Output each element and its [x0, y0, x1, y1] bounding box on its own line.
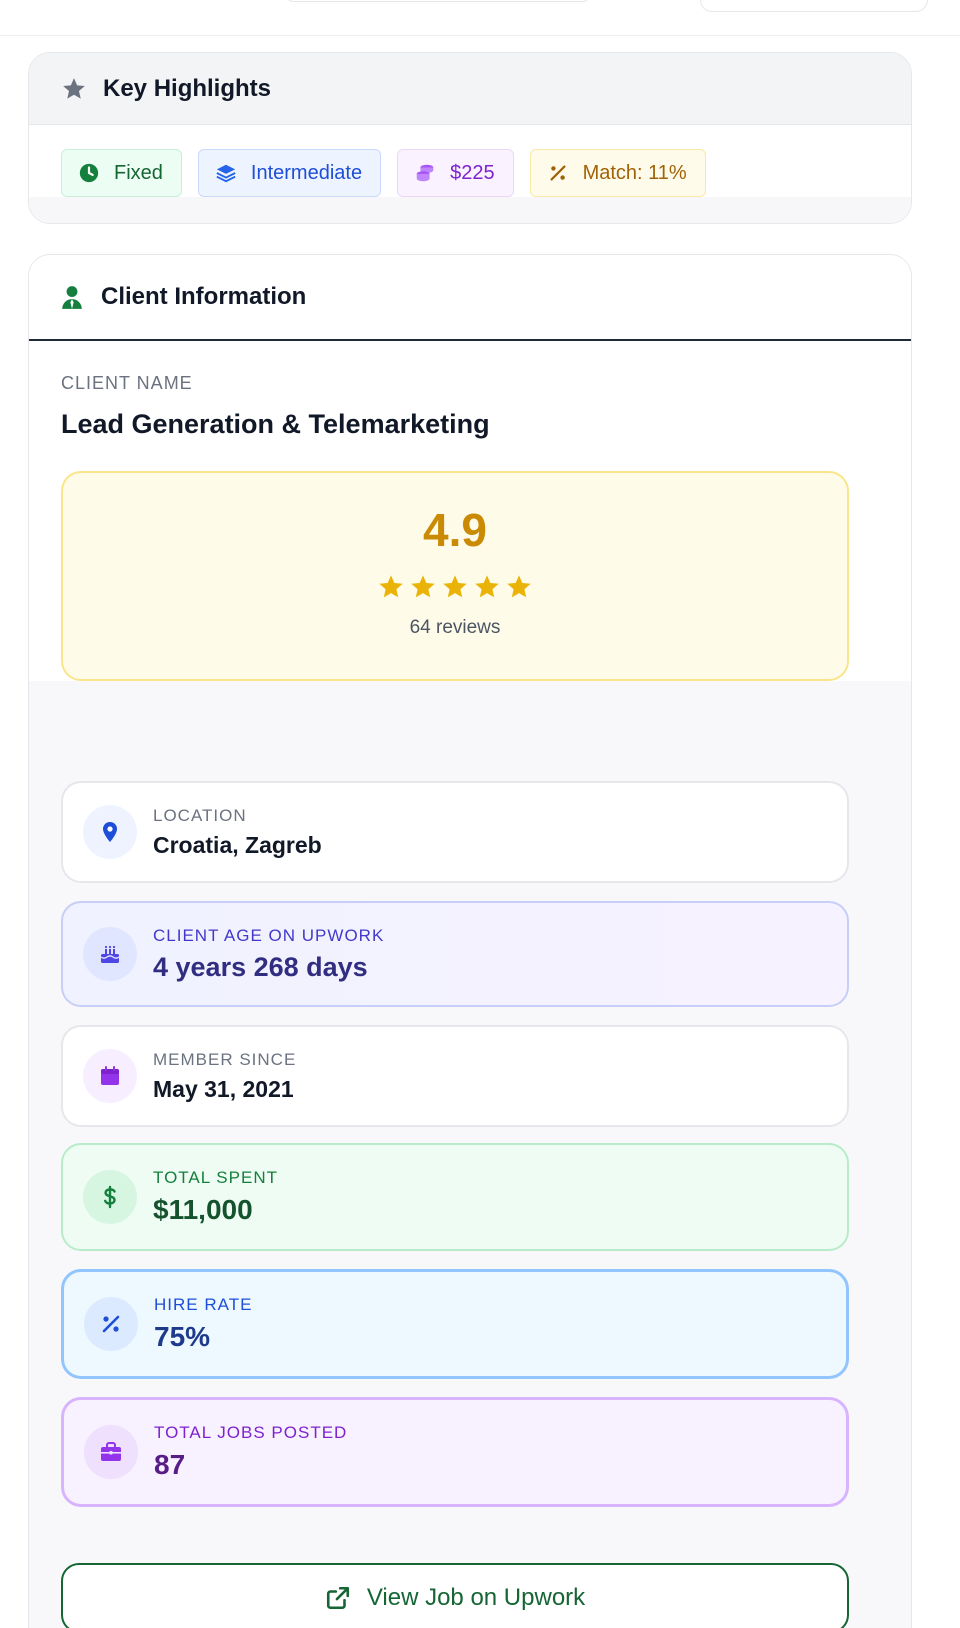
chip-match-label: Match: 11% — [582, 161, 687, 184]
star-icon — [411, 575, 435, 598]
percent-icon — [102, 1315, 120, 1333]
chip-experience-label: Intermediate — [250, 161, 363, 184]
client-information-card: Client Information CLIENT NAME Lead Gene… — [28, 254, 912, 1628]
stat-location-label: LOCATION — [153, 805, 247, 825]
stat-total-spent: TOTAL SPENT $11,000 — [61, 1143, 849, 1251]
stat-age-label: CLIENT AGE ON UPWORK — [153, 925, 385, 945]
stat-location: LOCATION Croatia, Zagreb — [61, 781, 849, 883]
star-icon — [475, 575, 499, 598]
chip-budget-label: $225 — [450, 161, 495, 184]
view-job-button-label: View Job on Upwork — [366, 1584, 586, 1611]
calendar-icon — [101, 1066, 119, 1085]
star-icon — [443, 575, 467, 598]
stat-spent-value: $11,000 — [153, 1194, 253, 1225]
stat-jobs-label: TOTAL JOBS POSTED — [154, 1423, 348, 1442]
stat-location-icon-wrap — [83, 805, 137, 859]
view-job-on-upwork-button[interactable]: View Job on Upwork — [61, 1563, 849, 1628]
stat-hire-label: HIRE RATE — [154, 1295, 253, 1314]
chip-job-type: Fixed — [61, 149, 182, 197]
stat-jobs-icon-wrap — [84, 1425, 138, 1479]
stat-member-icon-wrap — [83, 1049, 137, 1103]
client-information-header: Client Information — [29, 255, 911, 341]
stat-spent-icon-wrap — [83, 1170, 137, 1224]
top-search-pill[interactable] — [286, 0, 590, 2]
location-pin-icon — [103, 822, 117, 842]
briefcase-icon — [101, 1442, 121, 1461]
stat-total-jobs: TOTAL JOBS POSTED 87 — [61, 1397, 849, 1507]
client-name-label: CLIENT NAME — [61, 373, 193, 393]
star-icon — [507, 575, 531, 598]
rating-reviews-count: 64 reviews — [409, 617, 501, 638]
chip-experience-level: Intermediate — [197, 149, 382, 197]
chip-match: Match: 11% — [529, 149, 706, 197]
chip-budget: $225 — [397, 149, 514, 197]
stat-hire-icon-wrap — [84, 1297, 138, 1351]
stat-location-value: Croatia, Zagreb — [153, 831, 322, 858]
chip-job-type-label: Fixed — [114, 161, 163, 184]
stat-member-since: MEMBER SINCE May 31, 2021 — [61, 1025, 849, 1127]
client-name: Lead Generation & Telemarketing — [61, 409, 490, 439]
stat-age-value: 4 years 268 days — [153, 951, 368, 982]
percent-icon — [550, 165, 566, 181]
rating-box: 4.9 64 reviews — [61, 471, 849, 681]
top-action-pill[interactable] — [700, 0, 928, 12]
key-highlights-body: Fixed Intermediate $225 Match: 11% — [29, 125, 911, 223]
key-highlights-title: Key Highlights — [103, 74, 272, 102]
stat-client-age: CLIENT AGE ON UPWORK 4 years 268 days — [61, 901, 849, 1007]
stat-hire-value: 75% — [154, 1321, 211, 1352]
clock-icon — [79, 163, 99, 183]
star-icon — [63, 77, 85, 99]
coins-icon — [416, 164, 434, 182]
highlights-fade — [29, 197, 911, 223]
stat-age-icon-wrap — [83, 927, 137, 981]
top-bar — [0, 0, 960, 36]
layers-icon — [216, 164, 236, 183]
cake-icon — [100, 945, 120, 963]
client-information-title: Client Information — [101, 283, 307, 310]
star-icon — [379, 575, 403, 598]
user-tie-icon — [62, 286, 82, 309]
stat-hire-rate: HIRE RATE 75% — [61, 1269, 849, 1379]
stat-spent-label: TOTAL SPENT — [153, 1168, 278, 1187]
stat-member-label: MEMBER SINCE — [153, 1049, 297, 1069]
client-information-body: CLIENT NAME Lead Generation & Telemarket… — [29, 341, 911, 1628]
key-highlights-header: Key Highlights — [29, 53, 911, 125]
rating-score: 4.9 — [423, 504, 487, 556]
stat-member-value: May 31, 2021 — [153, 1075, 294, 1102]
external-link-icon — [326, 1586, 349, 1610]
key-highlights-card: Key Highlights Fixed Intermediate $225 M… — [28, 52, 912, 224]
rating-stars — [63, 573, 847, 601]
highlight-chips: Fixed Intermediate $225 Match: 11% — [61, 149, 706, 197]
stat-jobs-value: 87 — [154, 1449, 186, 1480]
dollar-icon — [104, 1185, 116, 1209]
